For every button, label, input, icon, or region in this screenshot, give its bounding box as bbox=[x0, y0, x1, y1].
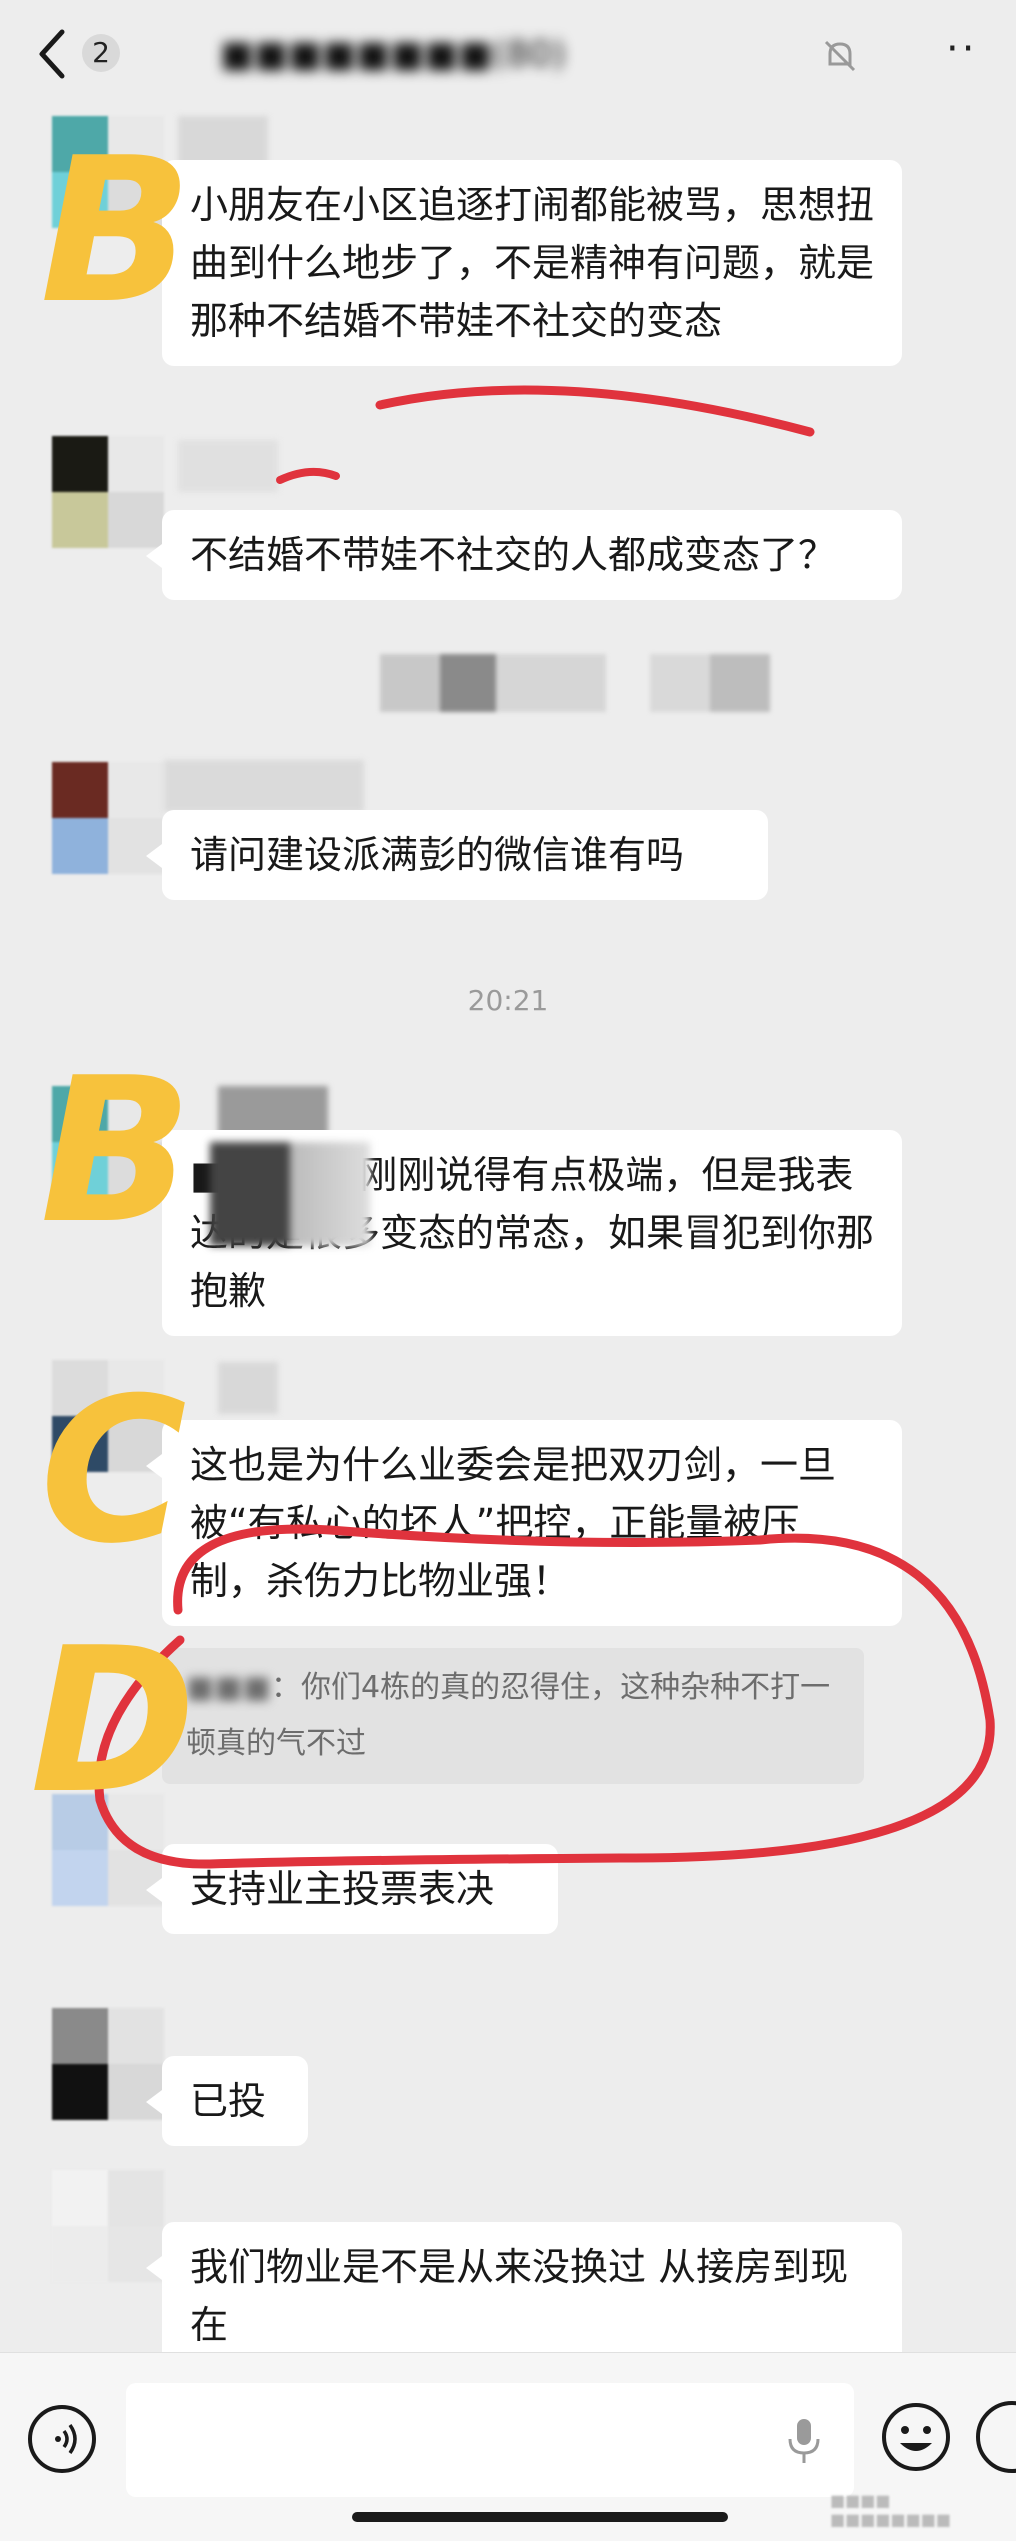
quote-sender: ■■■ bbox=[186, 1670, 272, 1705]
message-bubble[interactable]: 我们物业是不是从来没换过 从接房到现在 bbox=[146, 2222, 902, 2370]
back-button[interactable]: 2 bbox=[34, 26, 144, 86]
message-text: 已投 bbox=[190, 2079, 267, 2123]
chat-header: 2 ■■■■■■■■(80) ·· bbox=[0, 0, 1016, 110]
chat-title: ■■■■■■■■(80) bbox=[220, 34, 567, 75]
message-bubble[interactable]: 支持业主投票表决 bbox=[146, 1844, 558, 1934]
emoji-icon[interactable] bbox=[880, 2401, 952, 2473]
add-attachment-button[interactable] bbox=[976, 2401, 1016, 2473]
microphone-icon[interactable] bbox=[786, 2417, 822, 2465]
message-list[interactable]: 小朋友在小区追逐打闹都能被骂，思想扭曲到什么地步了，不是精神有问题，就是那种不结… bbox=[0, 110, 1016, 2370]
sender-name bbox=[178, 440, 278, 492]
message-text: 不结婚不带娃不社交的人都成变态了？ bbox=[190, 533, 837, 577]
avatar[interactable] bbox=[52, 436, 164, 548]
message-input[interactable] bbox=[126, 2383, 854, 2497]
quote-text: ：你们4栋的真的忍得住，这种杂种不打一顿真的气不过 bbox=[186, 1670, 831, 1761]
unread-count-badge: 2 bbox=[82, 34, 120, 72]
message-bubble[interactable]: 请问建设派满彭的微信谁有吗 bbox=[146, 810, 768, 900]
message-bubble[interactable]: 已投 bbox=[146, 2056, 308, 2146]
more-options-button[interactable]: ·· bbox=[946, 26, 977, 72]
bell-muted-icon bbox=[824, 40, 856, 72]
message-bubble[interactable]: 小朋友在小区追逐打闹都能被骂，思想扭曲到什么地步了，不是精神有问题，就是那种不结… bbox=[146, 160, 902, 366]
message-bubble[interactable]: 不结婚不带娃不社交的人都成变态了？ bbox=[146, 510, 902, 600]
quoted-message[interactable]: ■■■：你们4栋的真的忍得住，这种杂种不打一顿真的气不过 bbox=[162, 1648, 864, 1784]
message-text: 这也是为什么业委会是把双刃剑，一旦被“有私心的坏人”把控，正能量被压制，杀伤力比… bbox=[190, 1443, 837, 1603]
timestamp: 20:21 bbox=[467, 984, 549, 1017]
watermark: ■■■■ ■■■■■■■■ bbox=[830, 2491, 951, 2529]
message-text: 我们物业是不是从来没换过 从接房到现在 bbox=[190, 2245, 849, 2347]
message-text: 请问建设派满彭的微信谁有吗 bbox=[190, 833, 685, 877]
voice-wave-icon bbox=[55, 2423, 77, 2455]
message-text: 支持业主投票表决 bbox=[190, 1867, 495, 1911]
chevron-left-icon bbox=[39, 29, 65, 79]
sender-name bbox=[218, 1362, 278, 1414]
voice-input-button[interactable] bbox=[28, 2405, 96, 2473]
message-bubble[interactable]: 这也是为什么业委会是把双刃剑，一旦被“有私心的坏人”把控，正能量被压制，杀伤力比… bbox=[146, 1420, 902, 1626]
sender-name bbox=[164, 760, 364, 812]
home-indicator bbox=[352, 2512, 728, 2522]
blurred-mention bbox=[210, 1142, 370, 1246]
message-text: 小朋友在小区追逐打闹都能被骂，思想扭曲到什么地步了，不是精神有问题，就是那种不结… bbox=[190, 183, 875, 343]
system-notice bbox=[330, 654, 770, 712]
